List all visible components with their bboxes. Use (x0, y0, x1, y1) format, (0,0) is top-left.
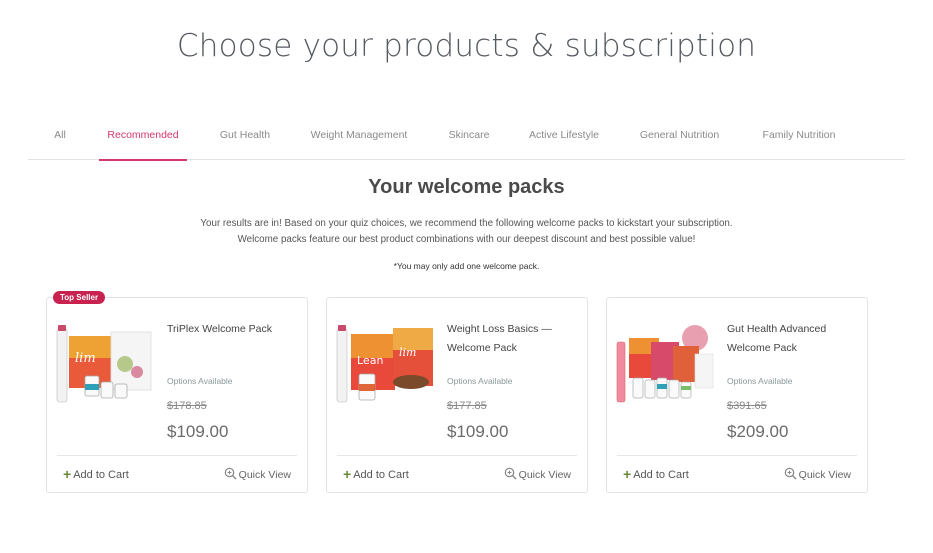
divider (337, 455, 577, 456)
plus-icon: + (623, 466, 632, 482)
svg-text:lim: lim (75, 351, 96, 366)
divider (57, 455, 297, 456)
quick-view-button[interactable]: Quick View (224, 467, 291, 481)
quick-view-label: Quick View (518, 469, 571, 481)
description-line: Welcome packs feature our best product c… (237, 234, 696, 245)
category-tabs: All Recommended Gut Health Weight Manage… (28, 118, 905, 161)
product-name[interactable]: TriPlex Welcome Pack (167, 320, 297, 339)
magnifier-plus-icon (784, 467, 797, 480)
plus-icon: + (63, 466, 72, 482)
section-description: Your results are in! Based on your quiz … (0, 216, 933, 248)
product-name[interactable]: Weight Loss Basics — Welcome Pack (447, 320, 577, 358)
original-price: $177.85 (447, 400, 487, 412)
tab-weight-management[interactable]: Weight Management (309, 118, 409, 160)
add-to-cart-button[interactable]: + Add to Cart (63, 466, 129, 482)
tab-skincare[interactable]: Skincare (447, 118, 491, 160)
magnifier-plus-icon (224, 467, 237, 480)
section-title: Your welcome packs (368, 176, 565, 198)
tab-active-lifestyle[interactable]: Active Lifestyle (528, 118, 600, 160)
svg-text:Lean: Lean (357, 354, 383, 367)
magnifier-plus-icon (504, 467, 517, 480)
options-available: Options Available (167, 376, 233, 386)
product-image[interactable]: Lean lim (335, 324, 435, 406)
product-name[interactable]: Gut Health Advanced Welcome Pack (727, 320, 857, 358)
product-card-triplex: Top Seller lim TriPlex Welcome Pack Opti… (46, 291, 308, 493)
add-to-cart-button[interactable]: + Add to Cart (343, 466, 409, 482)
quick-view-button[interactable]: Quick View (504, 467, 571, 481)
sale-price: $209.00 (727, 422, 789, 441)
svg-text:lim: lim (399, 346, 416, 359)
add-to-cart-button[interactable]: + Add to Cart (623, 466, 689, 482)
quick-view-button[interactable]: Quick View (784, 467, 851, 481)
product-card-weight-loss: Lean lim Weight Loss Basics — Welcome Pa… (326, 297, 588, 493)
quick-view-label: Quick View (798, 469, 851, 481)
tab-family-nutrition[interactable]: Family Nutrition (759, 118, 839, 160)
tab-recommended[interactable]: Recommended (99, 118, 187, 161)
add-to-cart-label: Add to Cart (633, 469, 689, 481)
product-image[interactable] (615, 324, 715, 406)
divider (617, 455, 857, 456)
sale-price: $109.00 (167, 422, 229, 441)
tab-gut-health[interactable]: Gut Health (219, 118, 271, 160)
top-seller-badge: Top Seller (53, 291, 106, 304)
original-price: $391.65 (727, 400, 767, 412)
options-available: Options Available (727, 376, 793, 386)
quick-view-label: Quick View (238, 469, 291, 481)
product-image[interactable]: lim (55, 324, 155, 406)
tab-all[interactable]: All (52, 118, 68, 160)
options-available: Options Available (447, 376, 513, 386)
sale-price: $109.00 (447, 422, 509, 441)
welcome-pack-note: *You may only add one welcome pack. (393, 261, 540, 271)
tab-general-nutrition[interactable]: General Nutrition (637, 118, 722, 160)
add-to-cart-label: Add to Cart (353, 469, 409, 481)
plus-icon: + (343, 466, 352, 482)
product-card-gut-health: Gut Health Advanced Welcome Pack Options… (606, 297, 868, 493)
original-price: $178.85 (167, 400, 207, 412)
page-title: Choose your products & subscription (176, 28, 757, 64)
description-line: Your results are in! Based on your quiz … (200, 218, 733, 229)
add-to-cart-label: Add to Cart (73, 469, 129, 481)
